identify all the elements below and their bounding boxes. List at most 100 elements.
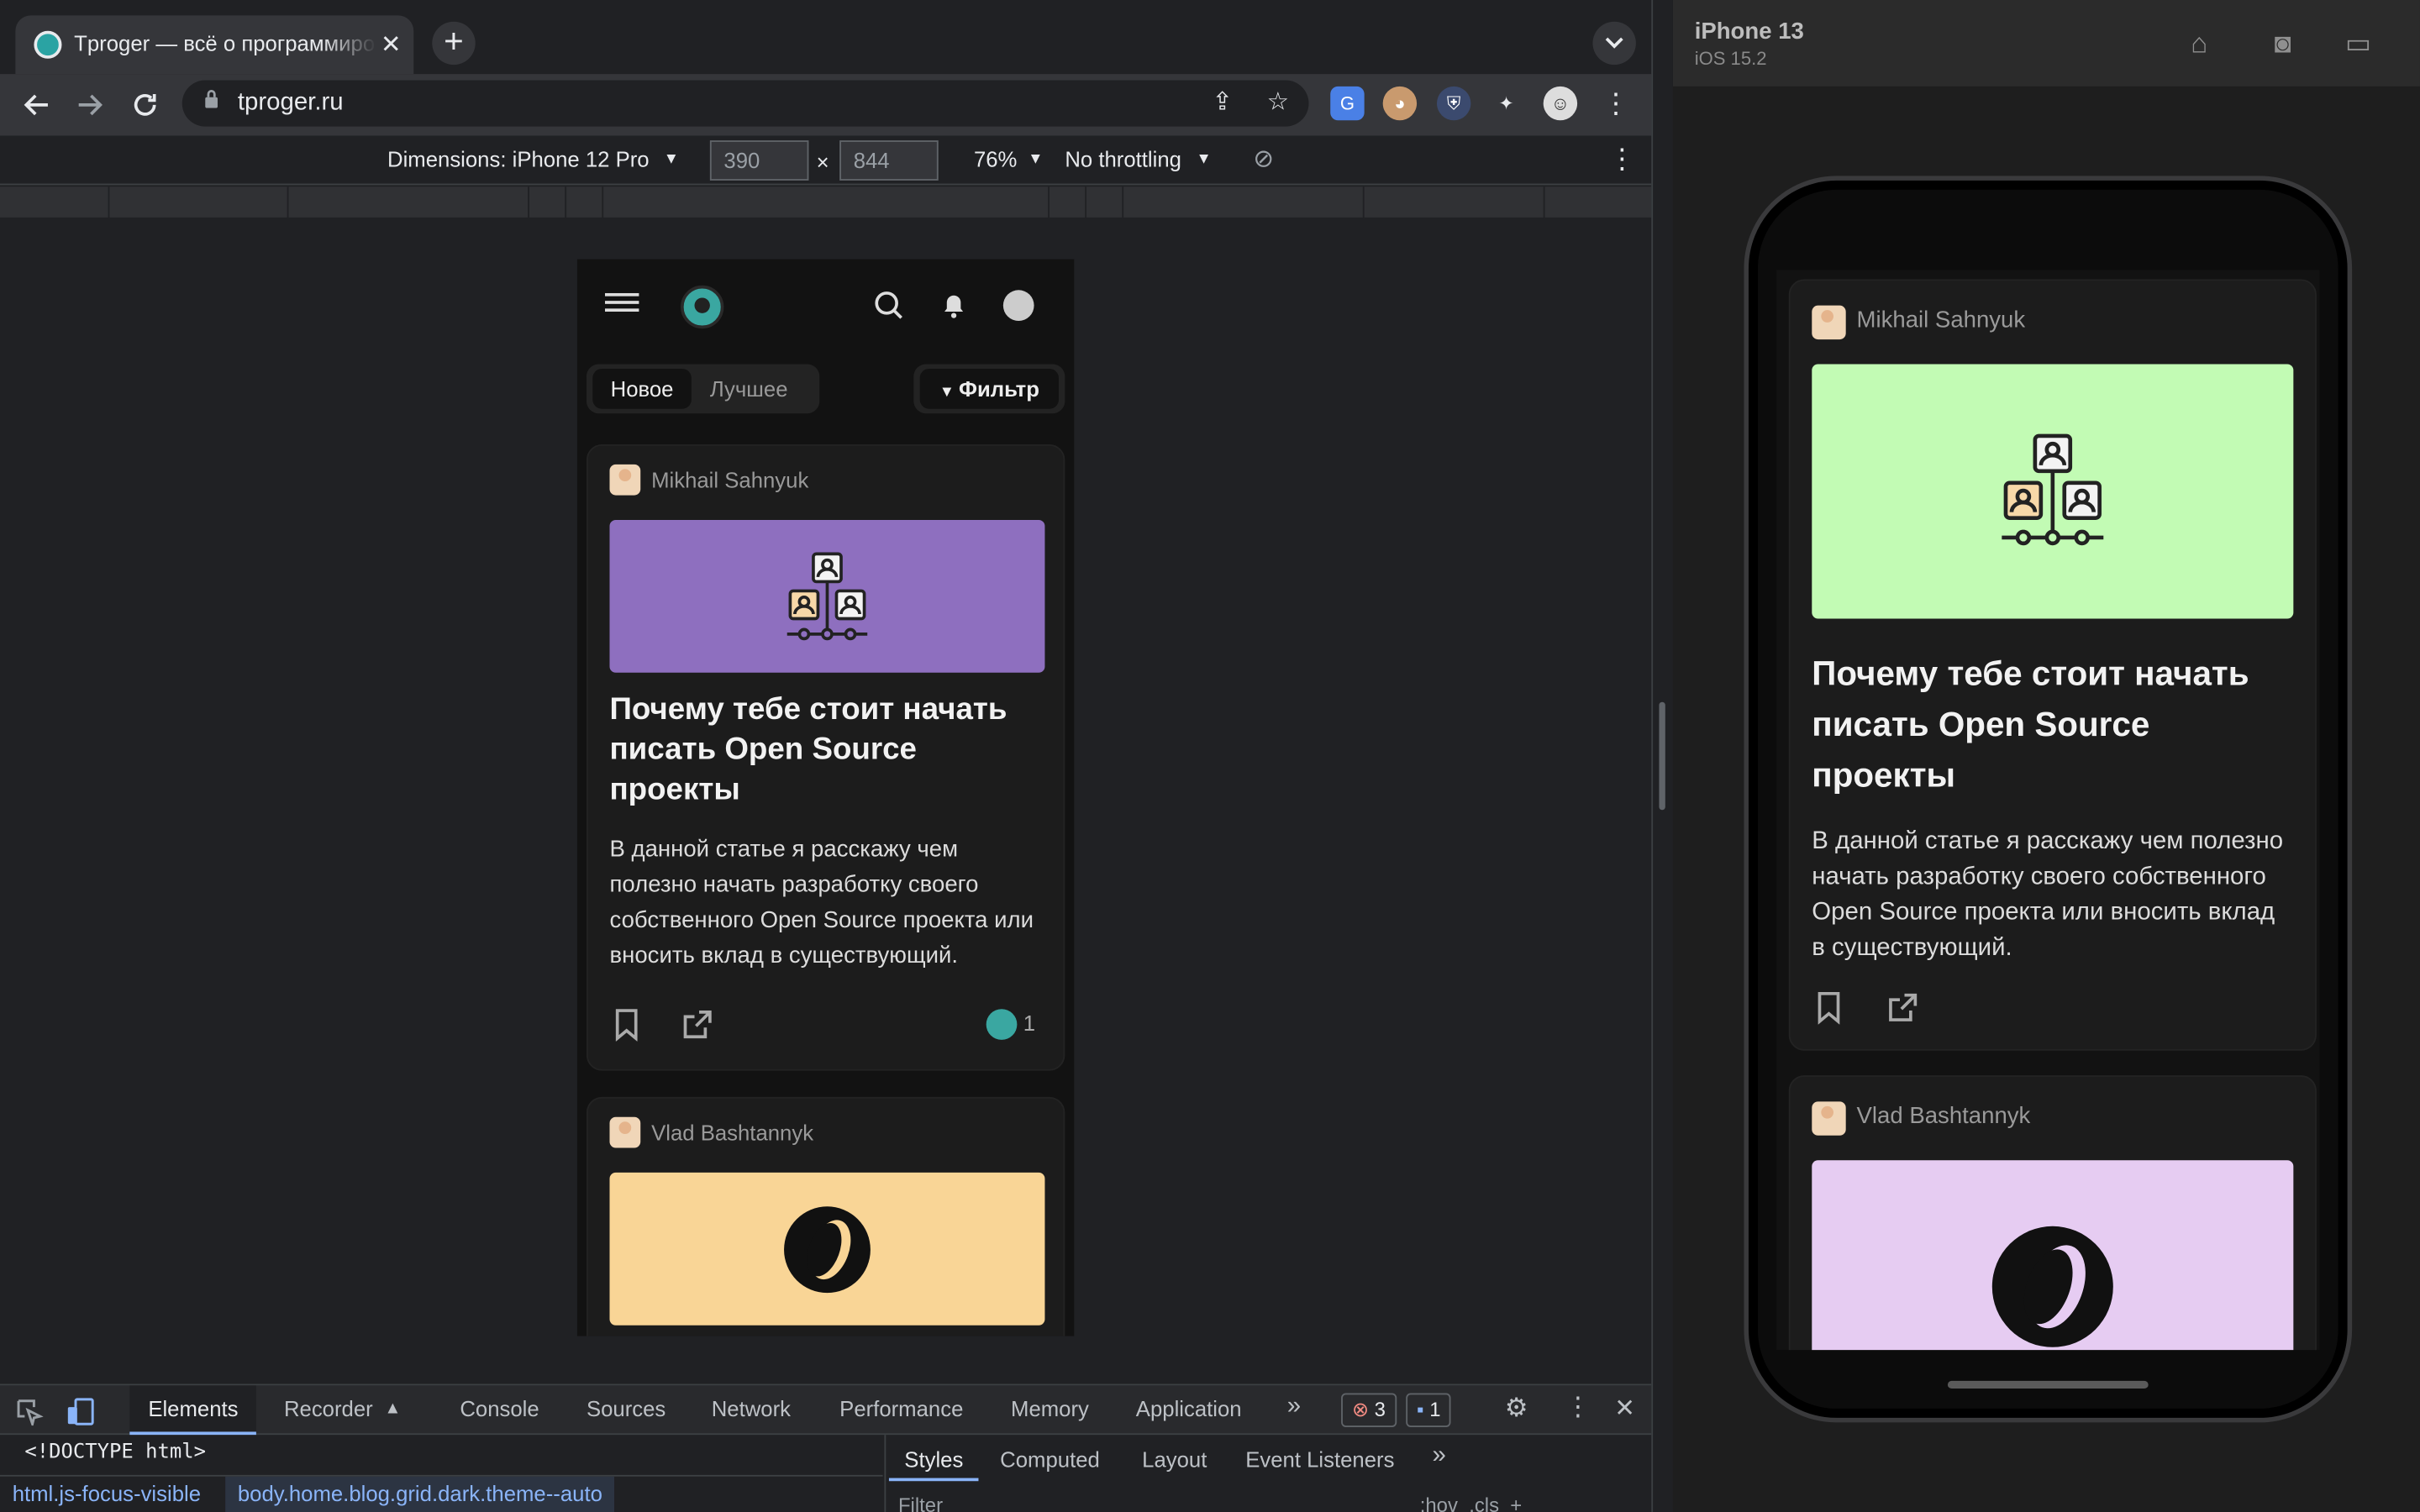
tab-styles[interactable]: Styles [888, 1435, 979, 1482]
post-title[interactable]: Почему тебе стоит начать писать Open Sou… [1812, 648, 2293, 801]
tab-layout[interactable]: Layout [1142, 1447, 1207, 1472]
close-devtools-icon[interactable]: ✕ [1614, 1394, 1635, 1425]
message-count-badge[interactable]: ▪ 1 [1406, 1393, 1452, 1427]
dom-doctype-node[interactable]: <!DOCTYPE html> [24, 1441, 206, 1464]
error-count: 3 [1374, 1398, 1386, 1421]
browser-tab[interactable]: Tproger — всё о программировании ✕ [15, 15, 414, 75]
dom-breadcrumb: html.js-focus-visible body.home.blog.gri… [0, 1474, 883, 1512]
thumbs-up-icon [986, 1009, 1018, 1040]
filter-button[interactable]: ▼ Фильтр [913, 364, 1065, 414]
author-avatar [609, 1116, 641, 1148]
home-indicator[interactable] [1947, 1380, 2149, 1389]
cls-toggle[interactable]: .cls [1469, 1494, 1499, 1512]
breadcrumb-body[interactable]: body.home.blog.grid.dark.theme--auto [225, 1476, 615, 1512]
tab-elements[interactable]: Elements [129, 1385, 257, 1436]
tab-application[interactable]: Application [1136, 1396, 1242, 1420]
times-sign: × [816, 150, 829, 175]
width-input[interactable]: 390 [709, 140, 809, 181]
bookmark-star-icon[interactable]: ☆ [1262, 88, 1293, 119]
error-count-badge[interactable]: ⊗ 3 [1341, 1393, 1397, 1427]
ring-logo-icon [1991, 1226, 2113, 1347]
post-title[interactable]: Почему тебе стоит начать писать Open Sou… [609, 690, 1044, 810]
tab-search-button[interactable] [1592, 21, 1636, 66]
tab-recorder[interactable]: Recorder [284, 1396, 373, 1420]
settings-gear-icon[interactable]: ⚙ [1505, 1394, 1528, 1425]
styles-filter-input[interactable]: Filter [898, 1494, 943, 1512]
post-card[interactable]: Vlad Bashtannyk [1788, 1075, 2317, 1351]
tab-new[interactable]: Новое [592, 368, 692, 409]
tab-best[interactable]: Лучшее [710, 369, 818, 409]
post-card[interactable]: Vlad Bashtannyk [586, 1096, 1065, 1336]
post-cover-image[interactable] [609, 519, 1045, 673]
back-button[interactable] [15, 83, 58, 126]
share-icon[interactable] [681, 1007, 714, 1041]
tab-event-listeners[interactable]: Event Listeners [1245, 1447, 1394, 1472]
height-input[interactable]: 844 [839, 140, 939, 181]
tab-console[interactable]: Console [460, 1396, 539, 1420]
device-toggle-icon[interactable] [65, 1396, 96, 1427]
more-tabs-button[interactable]: » [1287, 1394, 1301, 1421]
iphone-frame: Mikhail Sahnyuk Почему тебе стоит начать… [1744, 176, 2353, 1423]
post-cover-image[interactable] [1812, 1160, 2294, 1351]
breadcrumb-html[interactable]: html.js-focus-visible [13, 1481, 201, 1505]
site-favicon-icon [34, 30, 62, 59]
tab-memory[interactable]: Memory [1011, 1396, 1089, 1420]
forward-button[interactable] [68, 83, 111, 126]
close-tab-icon[interactable]: ✕ [381, 29, 402, 60]
tab-performance[interactable]: Performance [839, 1396, 963, 1420]
site-header [577, 260, 1074, 349]
tproger-logo[interactable] [680, 285, 724, 329]
hamburger-menu-icon[interactable] [604, 292, 639, 315]
tab-computed[interactable]: Computed [1000, 1447, 1100, 1472]
bell-icon[interactable] [939, 290, 970, 321]
like-button[interactable]: 1 [980, 1005, 1041, 1045]
chevron-down-icon [1605, 37, 1623, 49]
devtools-menu-icon[interactable]: ⋮ [1565, 1392, 1591, 1423]
new-tab-button[interactable]: + [432, 21, 476, 66]
hov-toggle[interactable]: :hov [1420, 1494, 1458, 1512]
search-icon[interactable] [874, 290, 905, 321]
device-toolbar: Dimensions: iPhone 12 Pro ▼ 390 × 844 76… [0, 135, 1652, 186]
rotate-device-icon[interactable]: ▭ [2339, 24, 2376, 61]
more-style-tabs-button[interactable]: » [1432, 1442, 1445, 1470]
browser-menu-icon[interactable]: ⋮ [1599, 87, 1633, 120]
extension-face-icon[interactable]: ◕ [1382, 86, 1418, 121]
zoom-select[interactable]: 76% [974, 146, 1017, 171]
user-avatar[interactable] [1002, 290, 1034, 322]
post-excerpt: В данной статье я расскажу чем полезно н… [609, 836, 1034, 969]
dimensions-dropdown-icon[interactable]: ▼ [664, 151, 679, 168]
media-query-ruler[interactable] [0, 186, 1652, 218]
new-rule-icon[interactable]: + [1510, 1494, 1522, 1512]
post-card[interactable]: Mikhail Sahnyuk Почему тебе стоит начать… [1788, 279, 2317, 1051]
message-count: 1 [1429, 1398, 1441, 1421]
shield-extension-icon[interactable]: ⛨ [1436, 86, 1471, 121]
bookmark-icon[interactable] [1812, 990, 1845, 1025]
rotate-icon[interactable]: ⊘ [1253, 144, 1274, 175]
bookmark-icon[interactable] [609, 1007, 643, 1042]
post-cover-image[interactable] [609, 1172, 1045, 1326]
throttling-dropdown-icon[interactable]: ▼ [1196, 151, 1211, 168]
device-toolbar-menu-icon[interactable]: ⋮ [1608, 144, 1636, 176]
reload-button[interactable] [124, 83, 166, 126]
tab-sources[interactable]: Sources [587, 1396, 666, 1420]
profile-avatar[interactable]: ☺ [1543, 86, 1578, 121]
address-bar[interactable]: tproger.ru ⇪ ☆ [182, 80, 1309, 127]
screenshot-camera-icon[interactable]: ◙ [2264, 24, 2301, 61]
share-icon[interactable]: ⇪ [1207, 88, 1238, 119]
share-icon[interactable] [1886, 990, 1919, 1024]
team-hierarchy-icon [2002, 433, 2104, 546]
inspect-element-icon[interactable] [15, 1398, 44, 1426]
emulated-viewport: Новое Лучшее ▼ Фильтр Mikhail Sahnyuk По… [0, 217, 1652, 1384]
extensions-puzzle-icon[interactable]: ✦ [1489, 87, 1523, 120]
dimensions-select[interactable]: Dimensions: iPhone 12 Pro [387, 146, 650, 171]
home-icon[interactable]: ⌂ [2181, 24, 2217, 61]
tab-network[interactable]: Network [712, 1396, 791, 1420]
window-divider[interactable] [1651, 0, 1673, 1512]
browser-window: Tproger — всё о программировании ✕ + tpr… [0, 0, 1652, 1512]
post-cover-image[interactable] [1812, 364, 2294, 619]
author-avatar [1812, 1101, 1846, 1136]
throttling-select[interactable]: No throttling [1065, 146, 1181, 171]
zoom-dropdown-icon[interactable]: ▼ [1028, 151, 1043, 168]
post-card[interactable]: Mikhail Sahnyuk Почему тебе стоит начать… [586, 444, 1065, 1071]
translate-extension-icon[interactable]: G [1330, 86, 1365, 121]
